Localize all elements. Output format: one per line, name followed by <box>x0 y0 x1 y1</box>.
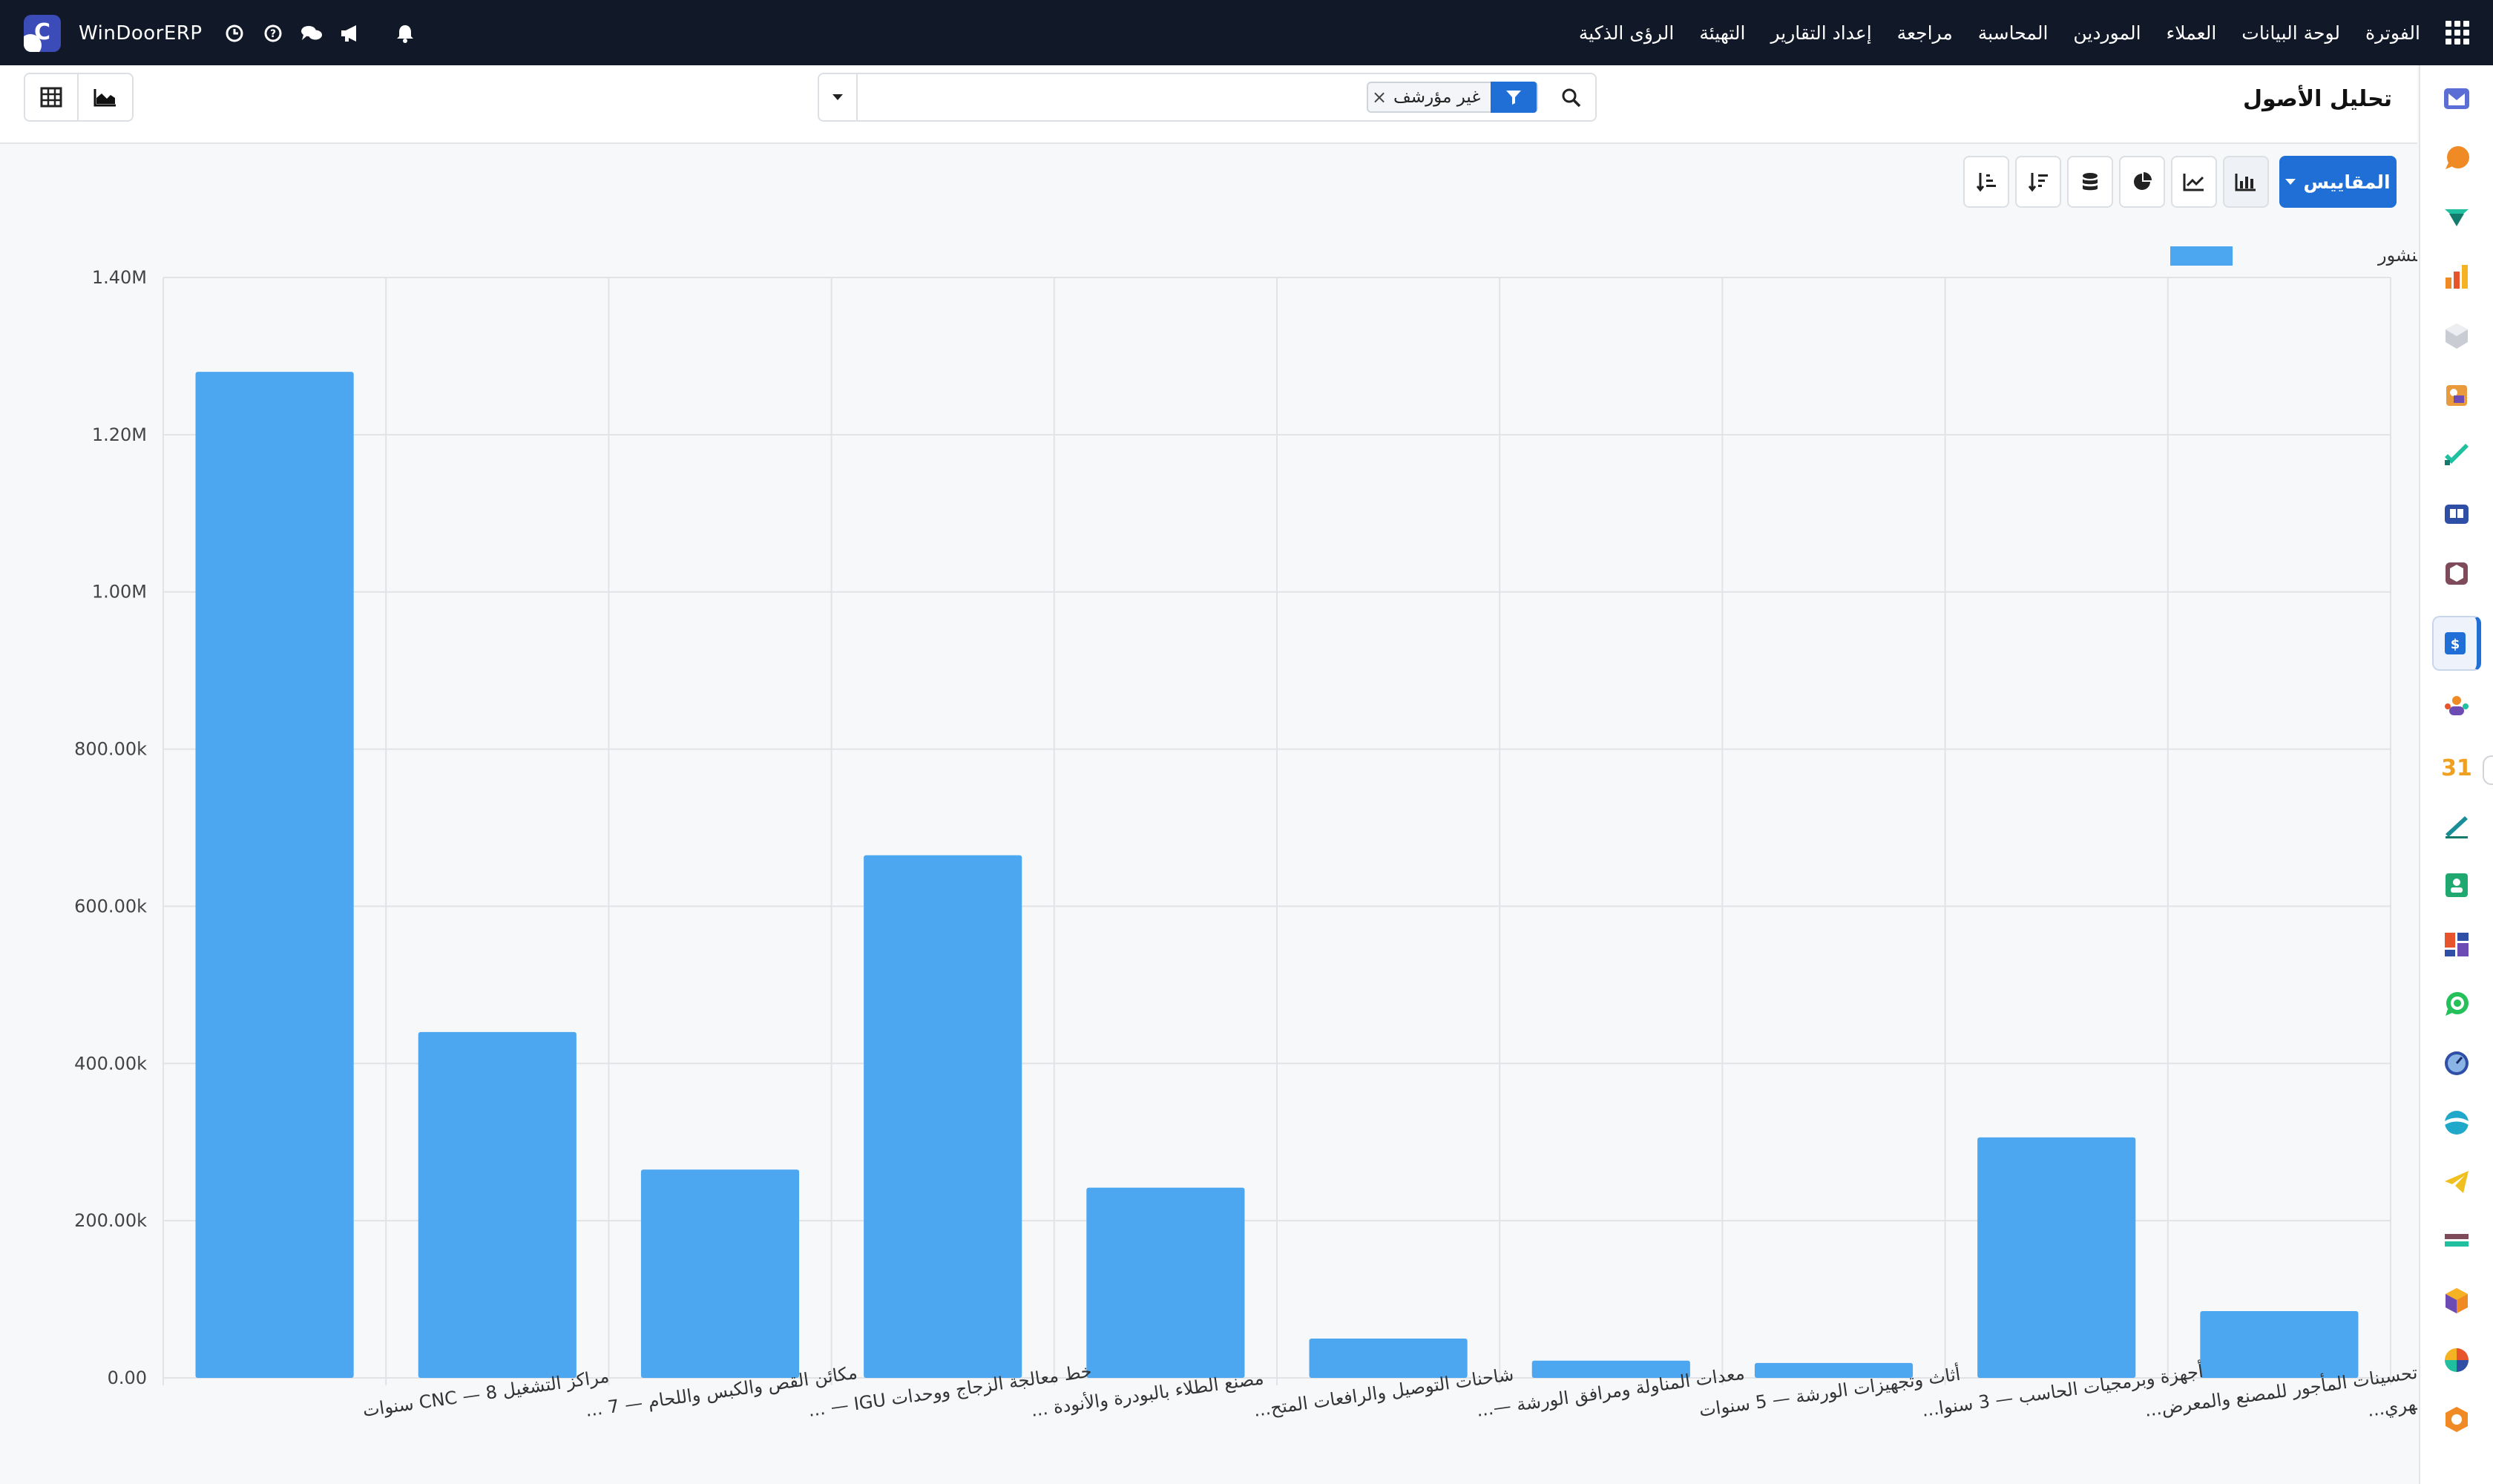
measures-dropdown[interactable]: المقاييس <box>2279 156 2397 208</box>
app-rail: $ 31 <box>2419 65 2493 1484</box>
y-tick-label: 600.00k <box>74 896 147 916</box>
legend-swatch <box>2170 246 2233 266</box>
chat-icon[interactable] <box>300 22 323 45</box>
y-tick-label: 200.00k <box>74 1210 147 1231</box>
help-icon[interactable]: ? <box>262 22 284 45</box>
clock-icon[interactable] <box>223 22 246 45</box>
bar-4[interactable] <box>864 855 1022 1378</box>
todo-app-icon[interactable] <box>2440 438 2474 472</box>
caret-down-icon <box>2285 179 2296 185</box>
bar-9[interactable] <box>1977 1137 2136 1378</box>
control-panel: بحث... × غير مؤرشف تحليل الأصول <box>0 65 2417 144</box>
settings-app-icon[interactable] <box>2440 1402 2474 1437</box>
svg-text:?: ? <box>269 28 275 40</box>
sort-asc-icon[interactable] <box>1963 156 2009 208</box>
sort-desc-icon[interactable] <box>2015 156 2061 208</box>
y-tick-label: 1.40M <box>92 267 147 288</box>
y-axis-ticks: 0.00 200.00k 400.00k 600.00k 800.00k 1.00M 1.2… <box>74 267 147 1388</box>
whatsapp-app-icon[interactable] <box>2440 987 2474 1021</box>
dashboards-app-icon[interactable] <box>2440 928 2474 962</box>
menu-reporting[interactable]: إعداد التقارير <box>1770 22 1871 44</box>
apps-grid-icon[interactable] <box>2446 21 2469 45</box>
bar-3[interactable] <box>640 1169 800 1378</box>
bar-1[interactable] <box>195 372 354 1379</box>
gmail-app-icon[interactable] <box>2440 82 2474 116</box>
inventory-app-icon[interactable] <box>2440 319 2474 353</box>
website-app-icon[interactable] <box>2440 1106 2474 1140</box>
pie-chart-icon[interactable] <box>2119 156 2165 208</box>
y-tick-label: 400.00k <box>74 1053 147 1074</box>
bell-icon[interactable] <box>394 22 416 45</box>
menu-configuration[interactable]: التهيئة <box>1699 22 1745 44</box>
menu-invoicing[interactable]: الفوترة <box>2365 22 2420 44</box>
search-options-toggle[interactable] <box>819 74 858 120</box>
measures-label: المقاييس <box>2303 171 2391 193</box>
y-tick-label: 1.20M <box>92 424 147 445</box>
menu-smart-insights[interactable]: الرؤى الذكية <box>1579 22 1674 44</box>
y-tick-label: 800.00k <box>74 739 147 760</box>
filter-icon <box>1491 82 1537 113</box>
employees-app-icon[interactable] <box>2440 690 2474 724</box>
chart-legend: المبلغ غير المنشور <box>2170 245 2417 266</box>
megaphone-icon[interactable] <box>339 22 361 45</box>
asset-bar-chart: 0.00 200.00k 400.00k 600.00k 800.00k 1.00M 1.2… <box>74 245 2417 1422</box>
products-app-icon[interactable] <box>2440 556 2474 591</box>
accounting-app-icon[interactable]: $ <box>2432 616 2481 671</box>
livechat-app-icon[interactable] <box>2440 141 2474 175</box>
search-facet: × غير مؤرشف <box>1367 82 1539 113</box>
bar-5[interactable] <box>1086 1187 1245 1378</box>
menu-accounting[interactable]: المحاسبة <box>1978 22 2049 44</box>
search-bar: بحث... × غير مؤرشف <box>818 73 1597 122</box>
page-title: تحليل الأصول <box>2242 86 2392 112</box>
sign-app-icon[interactable] <box>2440 809 2474 843</box>
contacts-app-icon[interactable] <box>2440 868 2474 902</box>
line-chart-icon[interactable] <box>2171 156 2217 208</box>
brand: C WinDoorERP ? <box>24 15 416 52</box>
company-name[interactable]: WinDoorERP <box>79 22 203 45</box>
bar-10[interactable] <box>2200 1310 2359 1378</box>
menu-dashboard[interactable]: لوحة البيانات <box>2241 22 2340 44</box>
knowledge-app-icon[interactable] <box>2440 497 2474 531</box>
app-logo[interactable]: C <box>24 15 61 52</box>
search-icon[interactable] <box>1557 83 1586 113</box>
y-tick-label: 1.00M <box>92 582 147 603</box>
pivot-view-icon[interactable] <box>24 73 79 122</box>
graph-toolbar: المقاييس <box>1963 156 2397 209</box>
y-tick-label: 0.00 <box>108 1368 147 1388</box>
facet-remove-icon[interactable]: × <box>1368 87 1390 108</box>
legend-label[interactable]: المبلغ غير المنشور <box>2377 245 2417 266</box>
spreadsheet-app-icon[interactable] <box>2440 1343 2474 1377</box>
rail-collapse-handle[interactable] <box>2483 755 2493 785</box>
reports-app-icon[interactable] <box>2440 260 2474 294</box>
svg-text:31: 31 <box>2442 755 2471 781</box>
documents-app-icon[interactable] <box>2440 378 2474 413</box>
menu-vendors[interactable]: الموردين <box>2073 22 2141 44</box>
menu-app-icon[interactable] <box>2440 1224 2474 1258</box>
telegram-app-icon[interactable] <box>2440 1165 2474 1199</box>
view-switcher <box>24 73 134 122</box>
menu-review[interactable]: مراجعة <box>1897 22 1953 44</box>
bar-6[interactable] <box>1309 1339 1468 1378</box>
stacked-icon[interactable] <box>2067 156 2113 208</box>
graph-view-icon[interactable] <box>79 73 134 122</box>
facet-value: غير مؤرشف <box>1393 88 1481 107</box>
odoo-app-icon[interactable] <box>2440 1284 2474 1318</box>
bar-2[interactable] <box>418 1031 577 1378</box>
top-navbar: C WinDoorERP ? الفوترة لوحة البيانات الع… <box>0 0 2493 65</box>
discuss-app-icon[interactable] <box>2440 200 2474 234</box>
svg-text:$: $ <box>2451 637 2460 652</box>
bar-chart-icon[interactable] <box>2223 156 2269 208</box>
clock-app-icon[interactable] <box>2440 1046 2474 1080</box>
menu-customers[interactable]: العملاء <box>2167 22 2217 44</box>
main-menu: الفوترة لوحة البيانات العملاء الموردين ا… <box>1579 0 2469 65</box>
calendar-app-icon[interactable]: 31 <box>2440 749 2474 784</box>
